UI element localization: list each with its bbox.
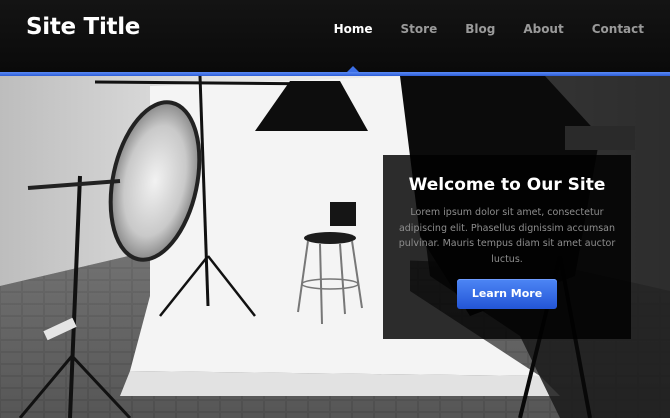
nav-contact[interactable]: Contact: [592, 22, 644, 36]
hero-banner: Welcome to Our Site Lorem ipsum dolor si…: [0, 76, 670, 418]
main-nav: Home Store Blog About Contact: [306, 22, 644, 72]
hero-heading: Welcome to Our Site: [408, 175, 606, 195]
hero-body-text: Lorem ipsum dolor sit amet, consectetur …: [398, 207, 616, 265]
nav-home[interactable]: Home: [334, 22, 373, 72]
nav-store[interactable]: Store: [401, 22, 438, 36]
site-title[interactable]: Site Title: [26, 14, 140, 40]
nav-about[interactable]: About: [523, 22, 563, 36]
welcome-panel: Welcome to Our Site Lorem ipsum dolor si…: [383, 155, 631, 339]
nav-blog[interactable]: Blog: [465, 22, 495, 36]
learn-more-button[interactable]: Learn More: [457, 279, 557, 309]
site-header: Site Title Home Store Blog About Contact: [0, 0, 670, 72]
